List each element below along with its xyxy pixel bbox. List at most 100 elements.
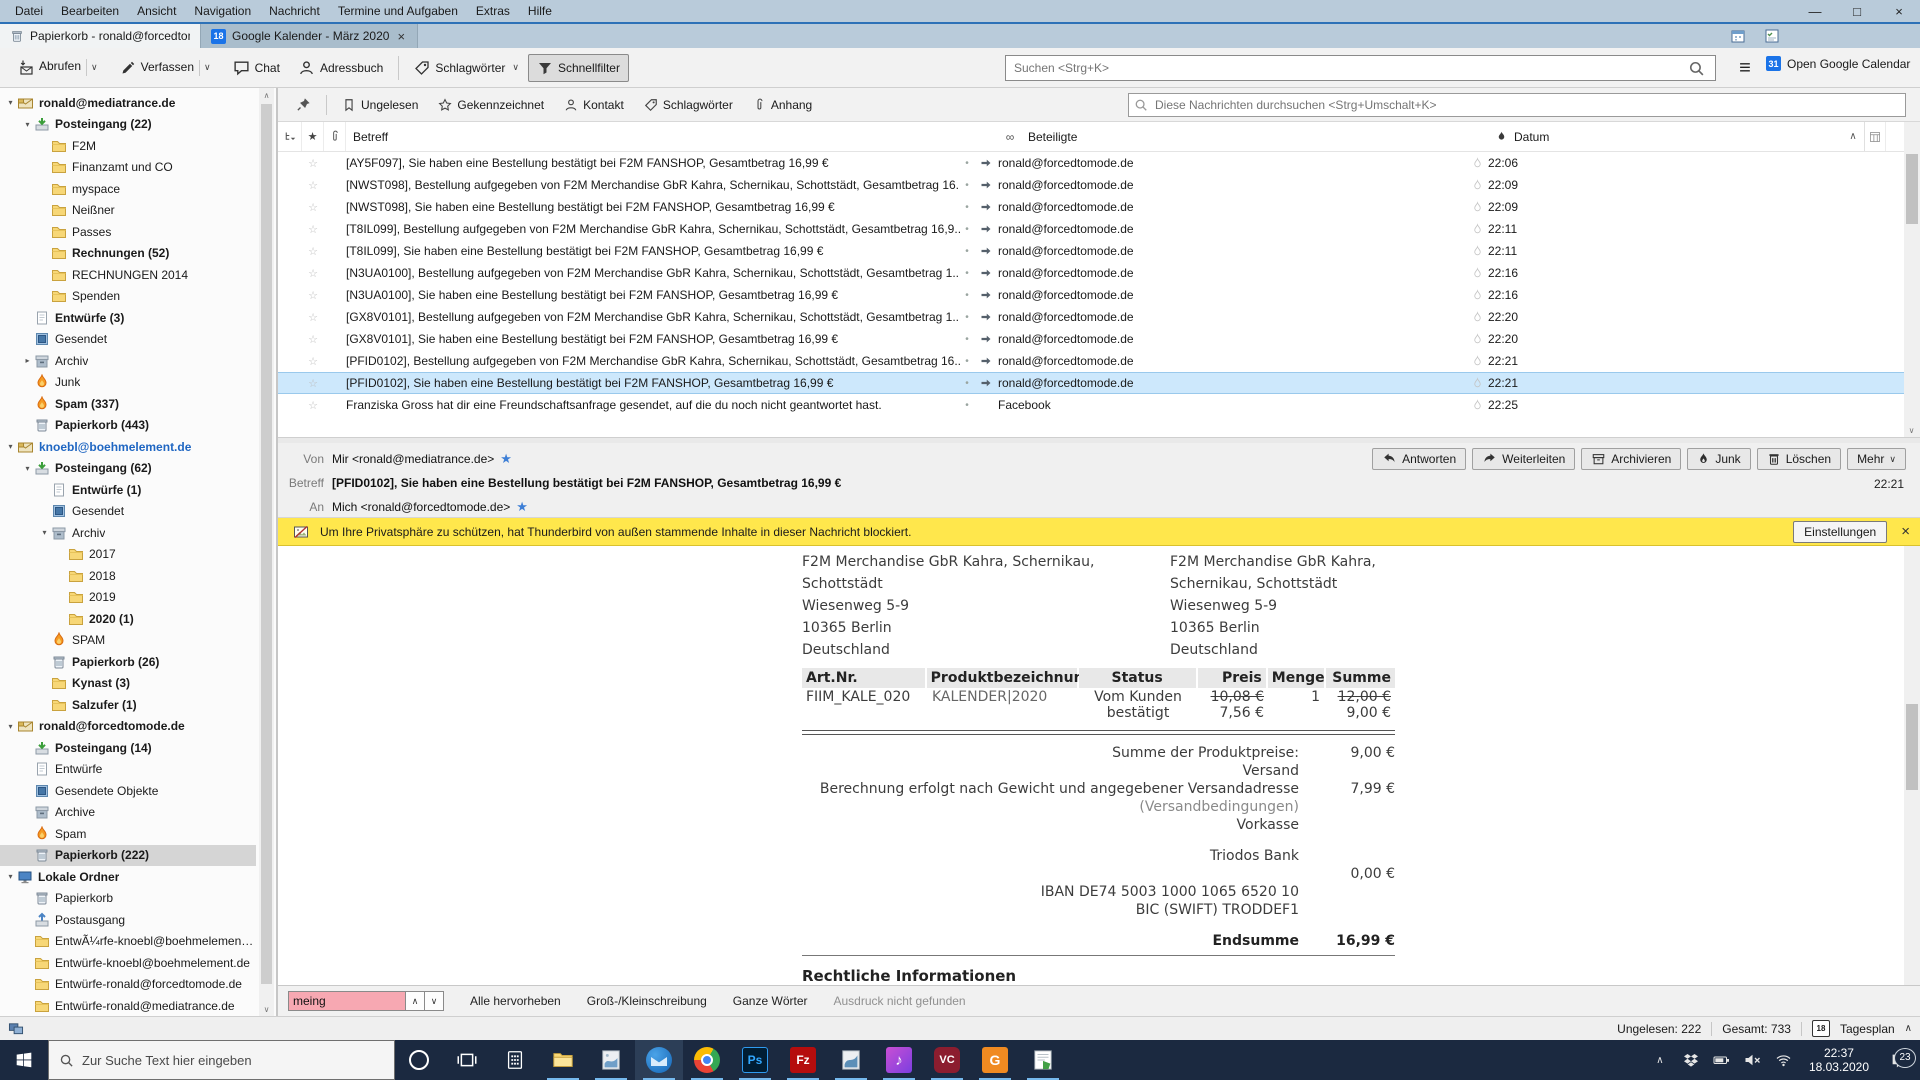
- action-center-button[interactable]: 23: [1882, 1052, 1916, 1069]
- folder-item[interactable]: Junk: [0, 372, 256, 394]
- folder-item[interactable]: ▾Archiv: [0, 522, 256, 544]
- menu-item-5[interactable]: Termine und Aufgaben: [329, 0, 467, 22]
- folder-item[interactable]: Kynast (3): [0, 673, 256, 695]
- taskbar-clock[interactable]: 22:37 18.03.2020: [1803, 1046, 1875, 1074]
- quick-filter-star-outline-button[interactable]: Gekennzeichnet: [430, 93, 552, 117]
- folder-item[interactable]: 2017: [0, 544, 256, 566]
- menu-item-0[interactable]: Datei: [6, 0, 52, 22]
- star-icon[interactable]: ☆: [302, 377, 324, 390]
- star-icon[interactable]: ☆: [302, 267, 324, 280]
- weiterleiten-button[interactable]: Weiterleiten: [1472, 448, 1575, 470]
- scrollbar-thumb[interactable]: [261, 104, 272, 984]
- twisty-icon[interactable]: ▾: [4, 722, 17, 731]
- junk-status-icon[interactable]: [1466, 399, 1488, 412]
- star-column-header[interactable]: ★: [302, 122, 324, 151]
- menu-item-2[interactable]: Ansicht: [128, 0, 185, 22]
- folder-item[interactable]: Spam: [0, 823, 256, 845]
- junk-status-icon[interactable]: [1466, 289, 1488, 302]
- correspondents-column-icon[interactable]: ∞: [998, 122, 1022, 151]
- junk-status-icon[interactable]: [1466, 267, 1488, 280]
- archivieren-button[interactable]: Archivieren: [1581, 448, 1681, 470]
- folder-item[interactable]: ▾Posteingang (22): [0, 114, 256, 136]
- taskbar-app-thunderbird[interactable]: [635, 1040, 683, 1080]
- read-status-icon[interactable]: •: [960, 378, 974, 389]
- star-icon[interactable]: ☆: [302, 333, 324, 346]
- folder-item[interactable]: ▸Archiv: [0, 350, 256, 372]
- taskbar-app-photoshop[interactable]: Ps: [731, 1040, 779, 1080]
- mehr-button[interactable]: Mehr∨: [1847, 448, 1906, 470]
- tab-google-calendar[interactable]: 18 Google Kalender - März 2020 ×: [200, 24, 418, 48]
- junk-status-icon[interactable]: [1466, 245, 1488, 258]
- twisty-icon[interactable]: ▾: [4, 98, 17, 107]
- twisty-icon[interactable]: ▾: [4, 872, 17, 881]
- contact-star-icon[interactable]: ★: [500, 451, 512, 467]
- app-menu-button[interactable]: ≡: [1730, 54, 1760, 82]
- address-book-button[interactable]: Adressbuch: [289, 53, 392, 82]
- star-icon[interactable]: ☆: [302, 399, 324, 412]
- today-pane-toggle-icon[interactable]: ∧: [1905, 1023, 1912, 1034]
- tags-button[interactable]: Schlagwörter ∨: [405, 54, 528, 82]
- subject-column-header[interactable]: Betreff: [346, 122, 998, 151]
- search-icon[interactable]: [1688, 60, 1705, 77]
- junk-status-icon[interactable]: [1466, 377, 1488, 390]
- find-previous-button[interactable]: ∧: [406, 991, 425, 1011]
- folder-item[interactable]: Gesendet: [0, 501, 256, 523]
- folder-item[interactable]: 2018: [0, 565, 256, 587]
- folder-item[interactable]: 2019: [0, 587, 256, 609]
- totals-label[interactable]: (Versandbedingungen): [802, 798, 1299, 816]
- read-status-icon[interactable]: •: [960, 356, 974, 367]
- quick-filter-toggle-button[interactable]: Schnellfilter: [528, 54, 629, 82]
- start-button[interactable]: [0, 1040, 48, 1080]
- taskbar-app-explorer[interactable]: [539, 1040, 587, 1080]
- folder-item[interactable]: Papierkorb (443): [0, 415, 256, 437]
- folder-item[interactable]: Entwürfe (3): [0, 307, 256, 329]
- taskbar-app-writer[interactable]: [1019, 1040, 1067, 1080]
- mail-row[interactable]: ☆[GX8V0101], Sie haben eine Bestellung b…: [278, 328, 1904, 350]
- open-google-calendar-button[interactable]: 31 Open Google Calendar: [1766, 56, 1910, 71]
- cortana-button[interactable]: [395, 1040, 443, 1080]
- scroll-down-icon[interactable]: ∨: [1904, 423, 1919, 437]
- tab-close-icon[interactable]: ×: [395, 29, 407, 44]
- star-icon[interactable]: ☆: [302, 157, 324, 170]
- star-icon[interactable]: ☆: [302, 201, 324, 214]
- find-next-button[interactable]: ∨: [425, 991, 444, 1011]
- folder-item[interactable]: ▾Lokale Ordner: [0, 866, 256, 888]
- folder-item[interactable]: Gesendet: [0, 329, 256, 351]
- read-status-icon[interactable]: •: [960, 268, 974, 279]
- folder-item[interactable]: Papierkorb: [0, 888, 256, 910]
- mail-row[interactable]: ☆[N3UA0100], Bestellung aufgegeben von F…: [278, 262, 1904, 284]
- twisty-icon[interactable]: ▾: [4, 442, 17, 451]
- scrollbar-thumb[interactable]: [1906, 154, 1918, 224]
- star-icon[interactable]: ☆: [302, 245, 324, 258]
- folder-item[interactable]: Gesendete Objekte: [0, 780, 256, 802]
- quick-filter-tag-button[interactable]: Schlagwörter: [636, 93, 741, 117]
- read-status-icon[interactable]: •: [960, 400, 974, 411]
- folder-item[interactable]: Entwürfe (1): [0, 479, 256, 501]
- write-button[interactable]: Verfassen ∨: [111, 54, 224, 82]
- sort-direction-icon[interactable]: ∧: [1842, 122, 1864, 151]
- read-status-icon[interactable]: •: [960, 158, 974, 169]
- taskbar-app-photo[interactable]: [587, 1040, 635, 1080]
- folder-item[interactable]: Entwürfe-ronald@forcedtomode.de: [0, 974, 256, 996]
- wifi-icon[interactable]: [1772, 1052, 1796, 1068]
- folder-item[interactable]: ▾Posteingang (62): [0, 458, 256, 480]
- folder-item[interactable]: SPAM: [0, 630, 256, 652]
- antworten-button[interactable]: Antworten: [1372, 448, 1466, 470]
- today-pane-label[interactable]: Tagesplan: [1840, 1022, 1895, 1036]
- folder-item[interactable]: ▾ronald@mediatrance.de: [0, 92, 256, 114]
- to-value[interactable]: Mich <ronald@forcedtomode.de>: [332, 500, 510, 514]
- star-icon[interactable]: ☆: [302, 311, 324, 324]
- folder-item[interactable]: 2020 (1): [0, 608, 256, 630]
- column-picker-button[interactable]: [1864, 122, 1886, 151]
- taskbar-app-music[interactable]: ♪: [875, 1040, 923, 1080]
- tasks-tab-button[interactable]: [1759, 26, 1785, 46]
- taskbar-app-keypad[interactable]: [491, 1040, 539, 1080]
- global-search-input[interactable]: [1005, 55, 1716, 81]
- taskbar-search[interactable]: Zur Suche Text hier eingeben: [48, 1040, 395, 1080]
- folder-item[interactable]: EntwÃ¼rfe-knoebl@boehmelement.de: [0, 931, 256, 953]
- junk-status-icon[interactable]: [1466, 223, 1488, 236]
- close-notice-icon[interactable]: ×: [1901, 523, 1910, 540]
- match-case-button[interactable]: Groß-/Kleinschreibung: [587, 994, 707, 1008]
- star-icon[interactable]: ☆: [302, 223, 324, 236]
- read-status-icon[interactable]: •: [960, 202, 974, 213]
